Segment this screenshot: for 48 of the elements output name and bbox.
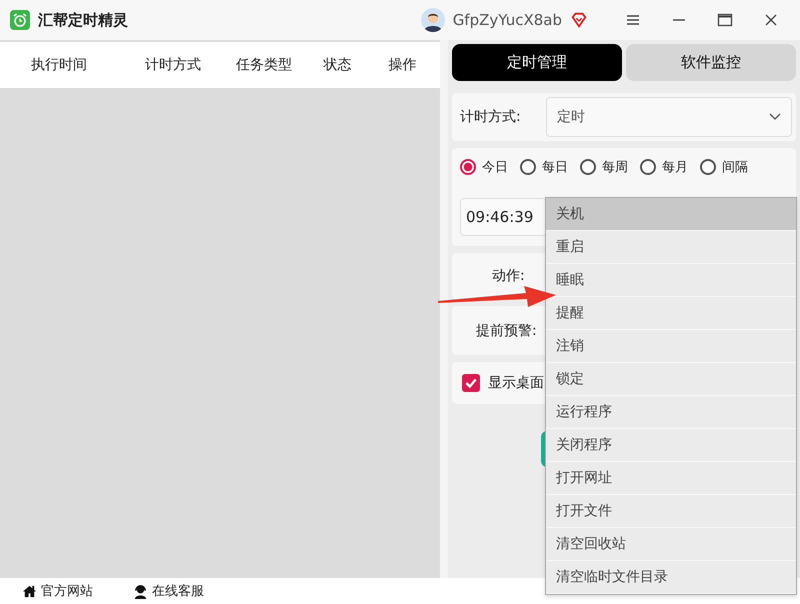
radio-button[interactable] xyxy=(640,159,656,175)
column-header: 计时方式 xyxy=(144,56,202,74)
menu-item[interactable]: 打开文件 xyxy=(546,495,796,528)
radio-button[interactable] xyxy=(580,159,596,175)
check-icon xyxy=(464,376,478,390)
menu-item[interactable]: 打开网址 xyxy=(546,462,796,495)
menu-item[interactable]: 锁定 xyxy=(546,363,796,396)
menu-item[interactable]: 清空回收站 xyxy=(546,528,796,561)
menu-item[interactable]: 关闭程序 xyxy=(546,429,796,462)
field-label: 提前预警: xyxy=(476,322,537,340)
column-header: 任务类型 xyxy=(235,56,293,74)
field-label: 动作: xyxy=(492,267,525,285)
home-icon[interactable] xyxy=(22,584,37,598)
column-header: 状态 xyxy=(322,56,352,74)
radio-label[interactable]: 每周 xyxy=(602,158,628,176)
radio-button[interactable] xyxy=(460,159,476,175)
menu-item[interactable]: 清空临时文件目录 xyxy=(546,561,796,594)
tab[interactable]: 定时管理 xyxy=(452,44,622,81)
footer-link[interactable]: 官方网站 xyxy=(41,582,93,600)
app-title: 汇帮定时精灵 xyxy=(38,10,128,30)
checkbox-label[interactable]: 显示桌面 xyxy=(488,374,544,392)
radio-button[interactable] xyxy=(700,159,716,175)
menu-item[interactable]: 重启 xyxy=(546,231,796,264)
field-label: 计时方式: xyxy=(460,108,522,126)
radio-label[interactable]: 每月 xyxy=(662,158,688,176)
checkbox[interactable] xyxy=(462,374,480,392)
radio-label[interactable]: 每日 xyxy=(542,158,568,176)
avatar-icon xyxy=(420,8,445,32)
radio-label[interactable]: 间隔 xyxy=(722,158,748,176)
column-header: 操作 xyxy=(388,56,418,74)
footer-link[interactable]: 在线客服 xyxy=(152,582,204,600)
maximize-icon[interactable] xyxy=(717,12,733,28)
menu-item[interactable]: 提醒 xyxy=(546,297,796,330)
alarm-clock-icon xyxy=(10,10,30,30)
timing-select[interactable]: 定时 xyxy=(546,97,792,137)
menu-item[interactable]: 关机 xyxy=(546,198,796,231)
headset-icon[interactable] xyxy=(133,584,148,598)
username[interactable]: GfpZyYucX8ab xyxy=(452,11,562,29)
menu-item[interactable]: 注销 xyxy=(546,330,796,363)
column-header: 执行时间 xyxy=(30,56,88,74)
close-icon[interactable] xyxy=(763,12,779,28)
chevron-down-icon xyxy=(769,113,781,121)
radio-label[interactable]: 今日 xyxy=(482,158,508,176)
diamond-icon[interactable] xyxy=(570,11,588,29)
menu-item[interactable]: 运行程序 xyxy=(546,396,796,429)
radio-button[interactable] xyxy=(520,159,536,175)
tab[interactable]: 软件监控 xyxy=(626,44,796,81)
time-field[interactable]: 09:46:39 xyxy=(460,198,547,236)
